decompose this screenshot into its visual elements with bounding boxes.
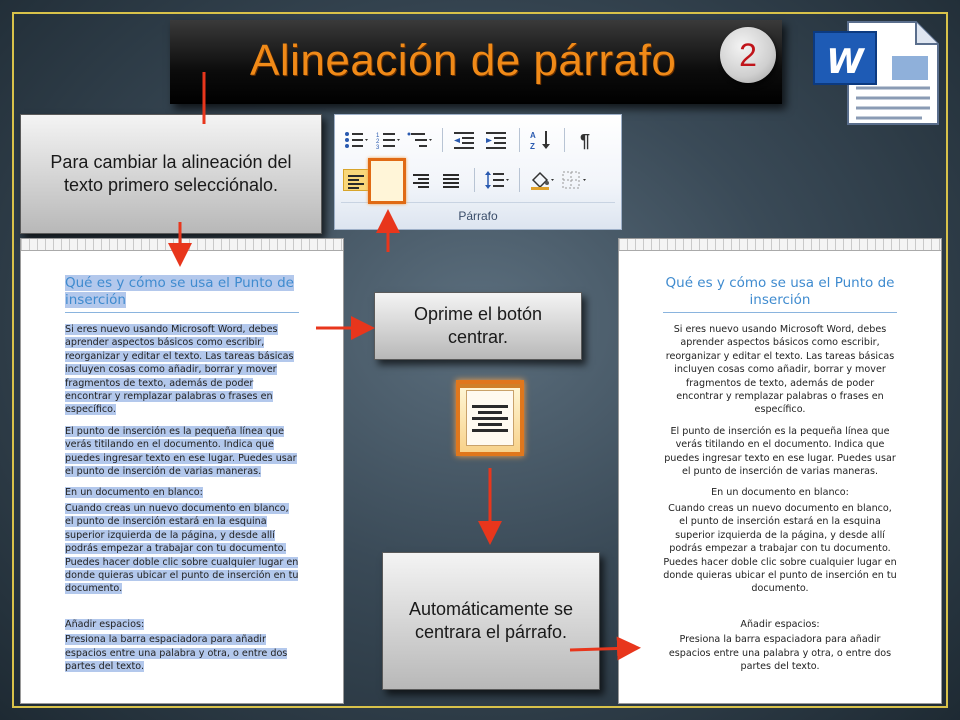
svg-text:A: A xyxy=(530,131,536,140)
increase-indent-icon[interactable] xyxy=(484,129,510,151)
doc-paragraph: Si eres nuevo usando Microsoft Word, deb… xyxy=(65,324,294,416)
sort-icon[interactable]: AZ xyxy=(529,129,555,151)
doc-paragraph: Presiona la barra espaciadora para añadi… xyxy=(668,634,892,672)
align-left-icon[interactable] xyxy=(343,169,369,191)
doc-paragraph: El punto de inserción es la pequeña líne… xyxy=(664,425,896,478)
document-after: Qué es y cómo se usa el Punto de inserci… xyxy=(618,238,942,704)
doc-heading: Qué es y cómo se usa el Punto de inserci… xyxy=(665,275,895,308)
slide-title: Alineación de párrafo xyxy=(250,36,677,85)
svg-text:Z: Z xyxy=(530,142,535,151)
word-document-icon: W xyxy=(813,21,939,125)
ruler xyxy=(21,239,343,251)
line-spacing-icon[interactable] xyxy=(484,169,510,191)
heading-rule xyxy=(663,312,897,313)
heading-rule xyxy=(65,312,299,313)
doc-paragraph: Cuando creas un nuevo documento en blanc… xyxy=(65,502,299,595)
ribbon-separator xyxy=(442,128,443,152)
decrease-indent-icon[interactable] xyxy=(452,129,478,151)
show-marks-icon[interactable]: ¶ xyxy=(574,129,600,151)
doc-subheading: En un documento en blanco: xyxy=(711,487,849,499)
numbering-icon[interactable]: 123 xyxy=(375,129,401,151)
doc-paragraph: Presiona la barra espaciadora para añadi… xyxy=(65,634,288,672)
step-badge: 2 xyxy=(720,27,776,83)
callout-select-text: Para cambiar la alineación del texto pri… xyxy=(20,114,322,234)
align-center-icon-large xyxy=(456,380,524,456)
callout-result: Automáticamente se centrara el párrafo. xyxy=(382,552,600,690)
multilevel-list-icon[interactable] xyxy=(407,129,433,151)
ribbon-separator xyxy=(519,128,520,152)
svg-text:¶: ¶ xyxy=(580,131,590,151)
doc-subheading: Añadir espacios: xyxy=(65,618,145,630)
doc-heading: Qué es y cómo se usa el Punto de inserci… xyxy=(65,275,294,308)
svg-text:3: 3 xyxy=(376,145,380,151)
doc-subheading: En un documento en blanco: xyxy=(65,487,203,499)
document-before: Qué es y cómo se usa el Punto de inserci… xyxy=(20,238,344,704)
ruler xyxy=(619,239,941,251)
ribbon-separator xyxy=(519,168,520,192)
ribbon-separator xyxy=(474,168,475,192)
doc-paragraph: Cuando creas un nuevo documento en blanc… xyxy=(663,502,897,595)
center-button-highlight[interactable] xyxy=(368,158,406,204)
justify-icon[interactable] xyxy=(439,169,465,191)
align-right-icon[interactable] xyxy=(407,169,433,191)
svg-text:W: W xyxy=(826,42,865,82)
shading-icon[interactable] xyxy=(529,169,555,191)
callout-press-center: Oprime el botón centrar. xyxy=(374,292,582,360)
doc-paragraph: Si eres nuevo usando Microsoft Word, deb… xyxy=(665,324,895,416)
borders-icon[interactable] xyxy=(561,169,587,191)
ribbon-separator xyxy=(564,128,565,152)
doc-paragraph: El punto de inserción es la pequeña líne… xyxy=(65,425,297,478)
bullets-icon[interactable] xyxy=(343,129,369,151)
ribbon-group-label: Párrafo xyxy=(458,209,498,223)
doc-subheading: Añadir espacios: xyxy=(740,618,820,630)
